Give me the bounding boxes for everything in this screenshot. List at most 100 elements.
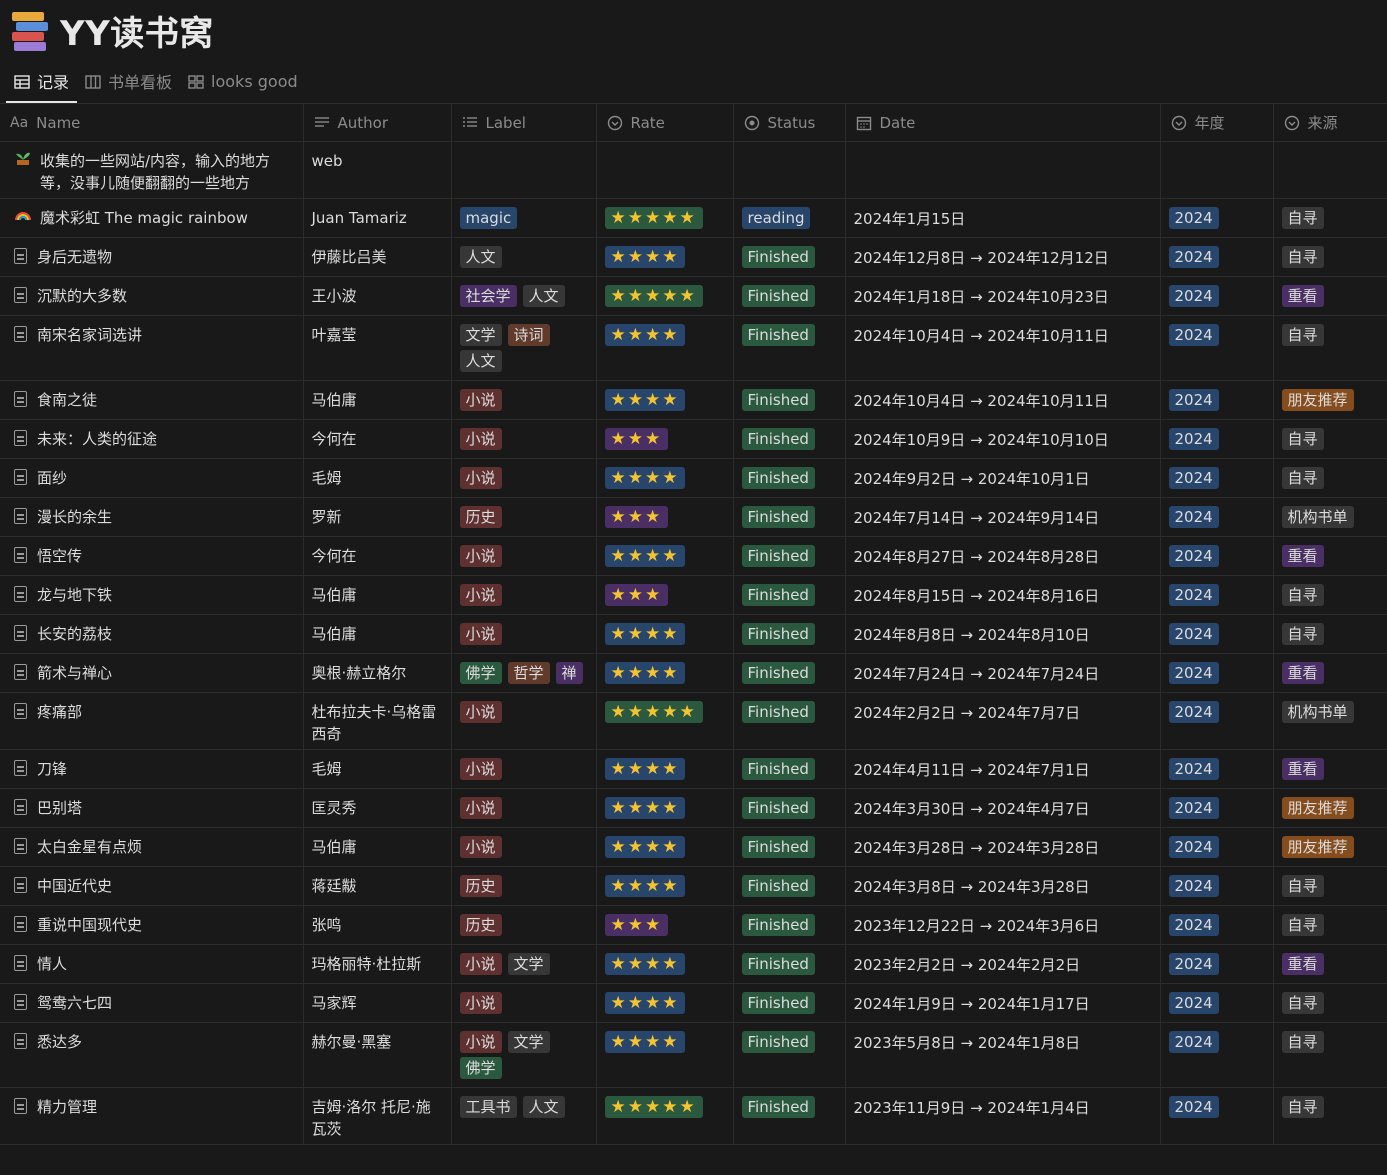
author-cell[interactable]: 叶嘉莹 bbox=[303, 315, 452, 381]
author-cell[interactable]: 毛姆 bbox=[303, 458, 452, 498]
label-cell[interactable]: 工具书 人文 bbox=[451, 1087, 597, 1145]
name-cell[interactable]: 悟空传 bbox=[0, 536, 304, 576]
book-name[interactable]: 南宋名家词选讲 bbox=[37, 324, 142, 346]
rate-cell[interactable]: ★★★ bbox=[596, 575, 734, 615]
rate-cell[interactable]: ★★★★★ bbox=[596, 1087, 734, 1145]
status-cell[interactable]: Finished bbox=[733, 788, 846, 828]
date-cell[interactable]: 2024年8月27日 → 2024年8月28日 bbox=[845, 536, 1161, 576]
book-name[interactable]: 长安的荔枝 bbox=[37, 623, 112, 645]
label-cell[interactable]: 小说 bbox=[451, 575, 597, 615]
name-cell[interactable]: 太白金星有点烦 bbox=[0, 827, 304, 867]
date-cell[interactable]: 2024年1月15日 bbox=[845, 198, 1161, 238]
tab-1[interactable]: 书单看板 bbox=[77, 66, 180, 96]
source-cell[interactable]: 重看 bbox=[1273, 536, 1387, 576]
source-cell[interactable]: 重看 bbox=[1273, 749, 1387, 789]
source-cell[interactable]: 自寻 bbox=[1273, 458, 1387, 498]
year-cell[interactable]: 2024 bbox=[1160, 905, 1274, 945]
source-cell[interactable]: 自寻 bbox=[1273, 983, 1387, 1023]
year-cell[interactable]: 2024 bbox=[1160, 653, 1274, 693]
status-cell[interactable]: Finished bbox=[733, 1087, 846, 1145]
author-cell[interactable]: 匡灵秀 bbox=[303, 788, 452, 828]
author-cell[interactable]: 张鸣 bbox=[303, 905, 452, 945]
table-row[interactable]: 食南之徒 马伯庸 小说 ★★★★ Finished 2024年10月4日 → 2024年1… bbox=[0, 380, 1387, 420]
name-cell[interactable]: 未来：人类的征途 bbox=[0, 419, 304, 459]
book-name[interactable]: 悟空传 bbox=[37, 545, 82, 567]
book-name[interactable]: 中国近代史 bbox=[37, 875, 112, 897]
year-cell[interactable]: 2024 bbox=[1160, 315, 1274, 381]
column-header[interactable]: Aa Name bbox=[0, 103, 304, 142]
rate-cell[interactable]: ★★★ bbox=[596, 497, 734, 537]
table-row[interactable]: 重说中国现代史 张鸣 历史 ★★★ Finished 2023年12月22日 → 2024… bbox=[0, 905, 1387, 945]
label-cell[interactable]: 小说 文学 bbox=[451, 944, 597, 984]
year-cell[interactable]: 2024 bbox=[1160, 276, 1274, 316]
author-cell[interactable]: 玛格丽特·杜拉斯 bbox=[303, 944, 452, 984]
book-name[interactable]: 鸳鸯六七四 bbox=[37, 992, 112, 1014]
year-cell[interactable]: 2024 bbox=[1160, 575, 1274, 615]
year-cell[interactable]: 2024 bbox=[1160, 749, 1274, 789]
source-cell[interactable]: 自寻 bbox=[1273, 198, 1387, 238]
rate-cell[interactable]: ★★★★★ bbox=[596, 692, 734, 750]
rate-cell[interactable]: ★★★★ bbox=[596, 458, 734, 498]
source-cell[interactable]: 自寻 bbox=[1273, 315, 1387, 381]
table-row[interactable]: 巴别塔 匡灵秀 小说 ★★★★ Finished 2024年3月30日 → 2024年4月… bbox=[0, 788, 1387, 828]
book-name[interactable]: 太白金星有点烦 bbox=[37, 836, 142, 858]
date-cell[interactable]: 2024年12月8日 → 2024年12月12日 bbox=[845, 237, 1161, 277]
label-cell[interactable]: 小说 bbox=[451, 692, 597, 750]
name-cell[interactable]: 沉默的大多数 bbox=[0, 276, 304, 316]
year-cell[interactable]: 2024 bbox=[1160, 380, 1274, 420]
name-cell[interactable]: 南宋名家词选讲 bbox=[0, 315, 304, 381]
table-row[interactable]: 悉达多 赫尔曼·黑塞 小说 文学佛学 ★★★★ Finished 2023年5月8日 → 2… bbox=[0, 1022, 1387, 1088]
author-cell[interactable]: 罗新 bbox=[303, 497, 452, 537]
rate-cell[interactable] bbox=[596, 141, 734, 199]
author-cell[interactable]: 马家辉 bbox=[303, 983, 452, 1023]
author-cell[interactable]: 蒋廷黻 bbox=[303, 866, 452, 906]
column-header[interactable]: Date bbox=[845, 103, 1161, 142]
rate-cell[interactable]: ★★★★ bbox=[596, 536, 734, 576]
name-cell[interactable]: 龙与地下铁 bbox=[0, 575, 304, 615]
label-cell[interactable]: 历史 bbox=[451, 497, 597, 537]
rate-cell[interactable]: ★★★★ bbox=[596, 315, 734, 381]
date-cell[interactable] bbox=[845, 141, 1161, 199]
book-name[interactable]: 身后无遗物 bbox=[37, 246, 112, 268]
name-cell[interactable]: 中国近代史 bbox=[0, 866, 304, 906]
year-cell[interactable]: 2024 bbox=[1160, 458, 1274, 498]
name-cell[interactable]: 箭术与禅心 bbox=[0, 653, 304, 693]
status-cell[interactable]: Finished bbox=[733, 692, 846, 750]
source-cell[interactable]: 重看 bbox=[1273, 653, 1387, 693]
source-cell[interactable]: 自寻 bbox=[1273, 419, 1387, 459]
year-cell[interactable]: 2024 bbox=[1160, 944, 1274, 984]
book-name[interactable]: 面纱 bbox=[37, 467, 67, 489]
name-cell[interactable]: 悉达多 bbox=[0, 1022, 304, 1088]
date-cell[interactable]: 2024年4月11日 → 2024年7月1日 bbox=[845, 749, 1161, 789]
column-header[interactable]: 来源 bbox=[1273, 103, 1387, 142]
books-icon[interactable] bbox=[10, 10, 48, 52]
column-header[interactable]: Author bbox=[303, 103, 452, 142]
status-cell[interactable]: Finished bbox=[733, 827, 846, 867]
book-name[interactable]: 箭术与禅心 bbox=[37, 662, 112, 684]
book-name[interactable]: 精力管理 bbox=[37, 1096, 97, 1118]
rate-cell[interactable]: ★★★★ bbox=[596, 983, 734, 1023]
author-cell[interactable]: 毛姆 bbox=[303, 749, 452, 789]
source-cell[interactable]: 重看 bbox=[1273, 944, 1387, 984]
date-cell[interactable]: 2024年8月8日 → 2024年8月10日 bbox=[845, 614, 1161, 654]
table-row[interactable]: 收集的一些网站/内容，输入的地方等，没事儿随便翻翻的一些地方 web bbox=[0, 141, 1387, 199]
date-cell[interactable]: 2024年7月24日 → 2024年7月24日 bbox=[845, 653, 1161, 693]
source-cell[interactable]: 自寻 bbox=[1273, 1087, 1387, 1145]
name-cell[interactable]: 面纱 bbox=[0, 458, 304, 498]
status-cell[interactable] bbox=[733, 141, 846, 199]
name-cell[interactable]: 收集的一些网站/内容，输入的地方等，没事儿随便翻翻的一些地方 bbox=[0, 141, 304, 199]
table-row[interactable]: 漫长的余生 罗新 历史 ★★★ Finished 2024年7月14日 → 2024年9月… bbox=[0, 497, 1387, 537]
date-cell[interactable]: 2024年2月2日 → 2024年7月7日 bbox=[845, 692, 1161, 750]
label-cell[interactable]: 历史 bbox=[451, 866, 597, 906]
book-name[interactable]: 沉默的大多数 bbox=[37, 285, 127, 307]
status-cell[interactable]: Finished bbox=[733, 866, 846, 906]
table-row[interactable]: 中国近代史 蒋廷黻 历史 ★★★★ Finished 2024年3月8日 → 2024年3… bbox=[0, 866, 1387, 906]
book-name[interactable]: 收集的一些网站/内容，输入的地方等，没事儿随便翻翻的一些地方 bbox=[40, 150, 295, 194]
author-cell[interactable]: 吉姆·洛尔 托尼·施瓦茨 bbox=[303, 1087, 452, 1145]
year-cell[interactable]: 2024 bbox=[1160, 983, 1274, 1023]
rate-cell[interactable]: ★★★★ bbox=[596, 237, 734, 277]
name-cell[interactable]: 魔术彩虹 The magic rainbow bbox=[0, 198, 304, 238]
label-cell[interactable]: 人文 bbox=[451, 237, 597, 277]
table-row[interactable]: 太白金星有点烦 马伯庸 小说 ★★★★ Finished 2024年3月28日 → 202… bbox=[0, 827, 1387, 867]
year-cell[interactable]: 2024 bbox=[1160, 827, 1274, 867]
